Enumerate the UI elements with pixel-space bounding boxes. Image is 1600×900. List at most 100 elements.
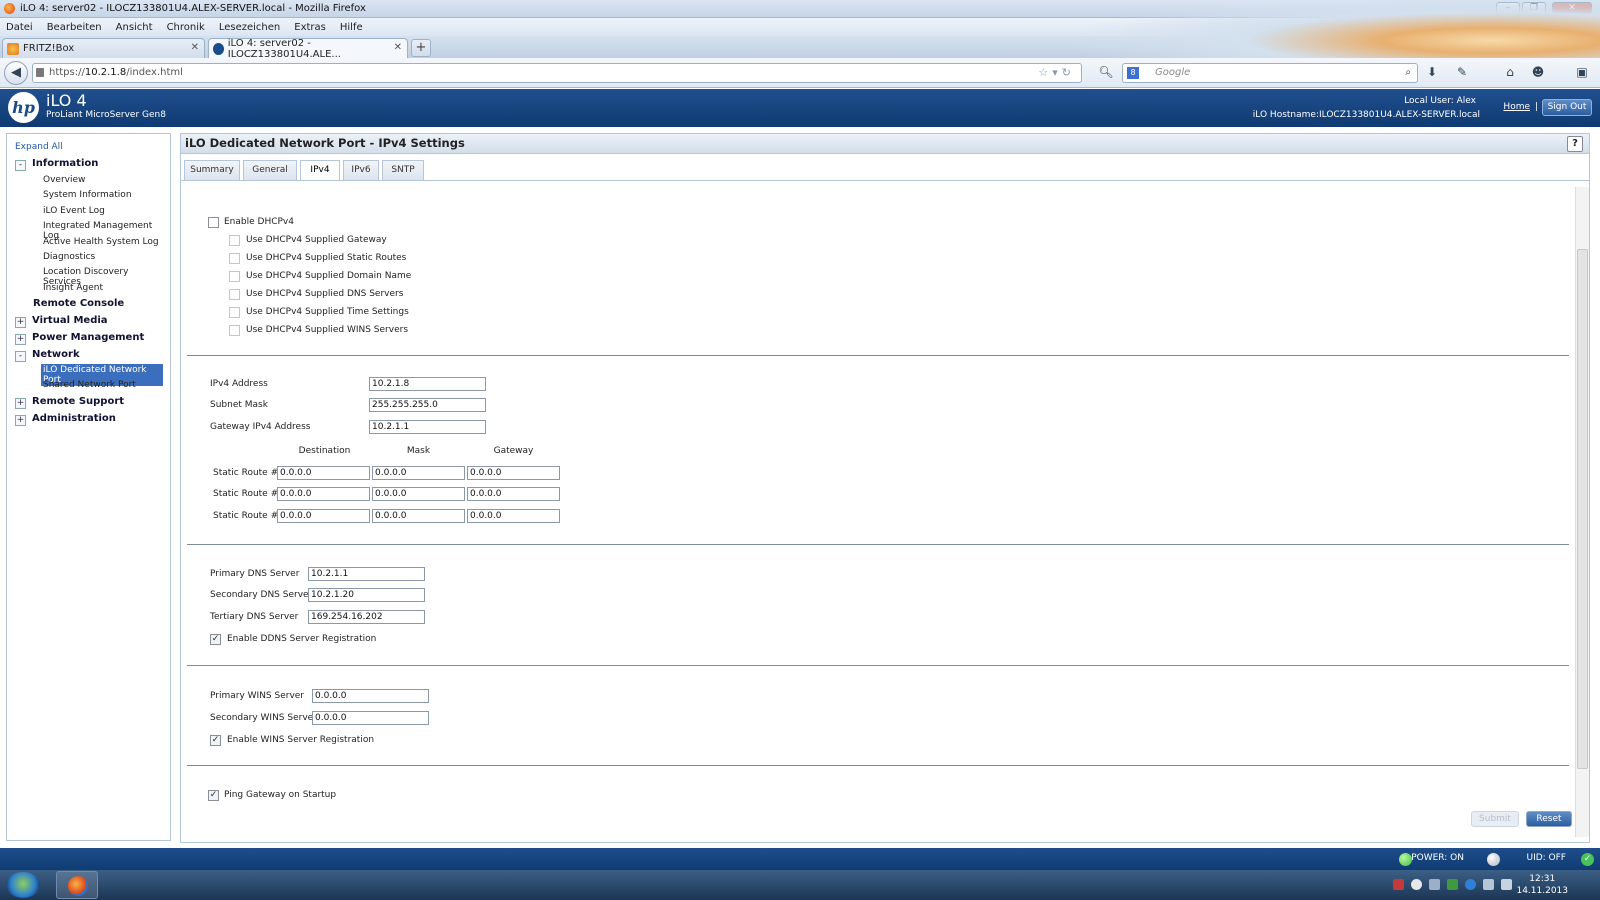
secondary-dns-input[interactable] <box>308 588 425 602</box>
static-route-2-destination-input[interactable] <box>277 487 370 501</box>
tray-security-icon[interactable] <box>1393 879 1404 890</box>
collapse-icon[interactable]: - <box>15 351 26 362</box>
search-icon[interactable]: ⌕ <box>1405 64 1411 82</box>
search-box[interactable]: 8 Google ⌕ <box>1122 63 1418 83</box>
bookmarks-icon[interactable]: ✎ <box>1454 65 1470 81</box>
taskbar-clock[interactable]: 12:31 14.11.2013 <box>1516 873 1568 897</box>
browser-tab-fritzbox[interactable]: FRITZ!Box ✕ <box>2 38 205 58</box>
nav-group-administration[interactable]: + Administration <box>15 413 116 426</box>
tertiary-dns-input[interactable] <box>308 610 425 624</box>
nav-item-remote-console[interactable]: Remote Console <box>33 298 124 309</box>
menu-chronik[interactable]: Chronik <box>167 22 205 33</box>
wins-registration-checkbox[interactable]: ✓ <box>210 735 221 746</box>
search-engine-icon[interactable]: 8 <box>1127 67 1139 79</box>
dhcp-wins-servers-checkbox[interactable] <box>229 325 240 336</box>
tray-volume-icon[interactable] <box>1501 879 1512 890</box>
static-route-2-mask-input[interactable] <box>372 487 465 501</box>
nav-item-active-health-system-log[interactable]: Active Health System Log <box>41 236 161 248</box>
nav-item-ilo-event-log[interactable]: iLO Event Log <box>41 205 107 217</box>
menu-datei[interactable]: Datei <box>6 22 33 33</box>
static-route-2-gateway-input[interactable] <box>467 487 560 501</box>
nav-item-overview[interactable]: Overview <box>41 174 87 186</box>
start-button[interactable] <box>6 872 40 898</box>
form-scrollbar[interactable] <box>1575 187 1589 837</box>
tab-ipv6[interactable]: IPv6 <box>343 160 379 180</box>
menu-hilfe[interactable]: Hilfe <box>340 22 363 33</box>
menu-ansicht[interactable]: Ansicht <box>116 22 153 33</box>
zoom-icon[interactable]: 🔍︎ <box>1098 65 1114 81</box>
url-bar[interactable]: https://10.2.1.8/index.html ☆▾↻ <box>32 63 1082 83</box>
dhcp-gateway-checkbox[interactable] <box>229 235 240 246</box>
ipv4-address-input[interactable] <box>369 377 486 391</box>
expand-icon[interactable]: + <box>15 334 26 345</box>
uid-led-icon[interactable] <box>1487 853 1500 866</box>
taskbar-firefox[interactable] <box>56 871 98 899</box>
nav-group-power-management[interactable]: + Power Management <box>15 332 144 345</box>
tray-sync-icon[interactable] <box>1465 879 1476 890</box>
expand-icon[interactable]: + <box>15 317 26 328</box>
home-icon[interactable]: ⌂ <box>1502 65 1518 81</box>
menu-lesezeichen[interactable]: Lesezeichen <box>219 22 280 33</box>
enable-dhcpv4-checkbox[interactable] <box>208 217 219 228</box>
expand-icon[interactable]: + <box>15 415 26 426</box>
back-button[interactable]: ◀ <box>4 61 28 85</box>
column-header-mask: Mask <box>406 446 431 456</box>
sign-out-button[interactable]: Sign Out <box>1542 99 1592 116</box>
static-route-3-gateway-input[interactable] <box>467 509 560 523</box>
static-route-1-destination-input[interactable] <box>277 466 370 480</box>
expand-all-link[interactable]: Expand All <box>15 142 63 152</box>
nav-item-insight-agent[interactable]: Insight Agent <box>41 282 105 294</box>
expand-icon[interactable]: + <box>15 398 26 409</box>
extension-icon[interactable]: ▣ <box>1574 65 1590 81</box>
primary-wins-input[interactable] <box>312 689 429 703</box>
tab-ipv4[interactable]: IPv4 <box>300 160 340 181</box>
dhcp-static-routes-checkbox[interactable] <box>229 253 240 264</box>
tray-network-icon[interactable] <box>1483 879 1494 890</box>
static-route-1-gateway-input[interactable] <box>467 466 560 480</box>
nav-group-network[interactable]: - Network <box>15 349 80 362</box>
ping-gateway-checkbox[interactable]: ✓ <box>208 790 219 801</box>
minimize-button[interactable]: – <box>1496 2 1520 15</box>
collapse-icon[interactable]: - <box>15 160 26 171</box>
menu-bearbeiten[interactable]: Bearbeiten <box>47 22 102 33</box>
addon-icon[interactable]: ☻ <box>1530 65 1546 81</box>
static-route-1-mask-input[interactable] <box>372 466 465 480</box>
menu-extras[interactable]: Extras <box>294 22 326 33</box>
nav-group-information[interactable]: - Information <box>15 158 98 171</box>
dhcp-domain-name-checkbox[interactable] <box>229 271 240 282</box>
help-icon[interactable]: ? <box>1567 136 1583 152</box>
nav-item-system-information[interactable]: System Information <box>41 189 134 201</box>
scrollbar-thumb[interactable] <box>1577 249 1588 769</box>
secondary-wins-input[interactable] <box>312 711 429 725</box>
download-icon[interactable]: ⬇ <box>1424 65 1440 81</box>
tab-general[interactable]: General <box>243 160 297 180</box>
close-tab-icon[interactable]: ✕ <box>394 42 402 53</box>
close-tab-icon[interactable]: ✕ <box>191 42 199 53</box>
ddns-registration-checkbox[interactable]: ✓ <box>210 634 221 645</box>
nav-group-label: Power Management <box>32 332 145 343</box>
dhcp-dns-servers-checkbox[interactable] <box>229 289 240 300</box>
nav-item-diagnostics[interactable]: Diagnostics <box>41 251 97 263</box>
bookmark-star-icon[interactable]: ☆▾↻ <box>1038 64 1075 82</box>
reset-button[interactable]: Reset <box>1526 811 1572 827</box>
submit-button[interactable]: Submit <box>1471 811 1519 827</box>
browser-tab-ilo[interactable]: iLO 4: server02 - ILOCZ133801U4.ALE... ✕ <box>208 38 408 60</box>
maximize-button[interactable]: ❐ <box>1522 2 1546 15</box>
nav-item-shared-network-port[interactable]: Shared Network Port <box>41 379 138 391</box>
tray-device-icon[interactable] <box>1429 879 1440 890</box>
dhcp-time-settings-checkbox[interactable] <box>229 307 240 318</box>
new-tab-button[interactable]: + <box>411 39 431 57</box>
tab-summary[interactable]: Summary <box>184 160 240 180</box>
home-link[interactable]: Home <box>1503 102 1530 112</box>
tab-sntp[interactable]: SNTP <box>382 160 424 180</box>
nav-group-remote-support[interactable]: + Remote Support <box>15 396 124 409</box>
nav-group-virtual-media[interactable]: + Virtual Media <box>15 315 108 328</box>
gateway-address-input[interactable] <box>369 420 486 434</box>
tray-app-icon[interactable] <box>1411 879 1422 890</box>
close-window-button[interactable]: ✕ <box>1552 2 1592 15</box>
tray-update-icon[interactable] <box>1447 879 1458 890</box>
static-route-3-mask-input[interactable] <box>372 509 465 523</box>
static-route-3-destination-input[interactable] <box>277 509 370 523</box>
primary-dns-input[interactable] <box>308 567 425 581</box>
subnet-mask-input[interactable] <box>369 398 486 412</box>
